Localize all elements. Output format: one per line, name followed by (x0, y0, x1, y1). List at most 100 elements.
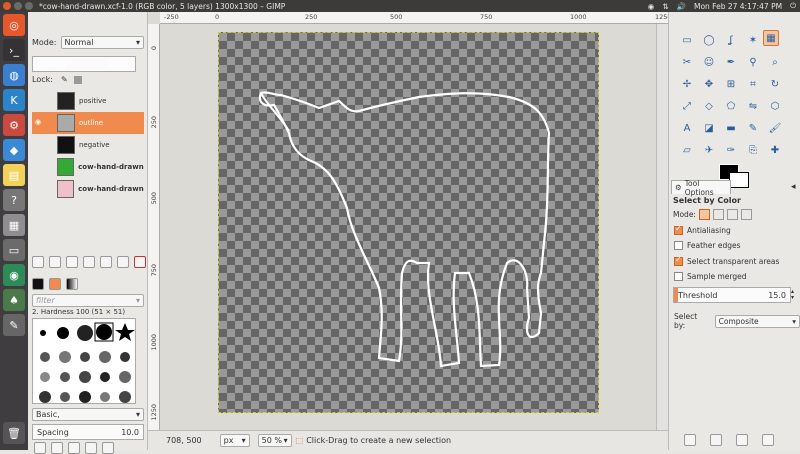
select-by-dropdown[interactable]: Composite ▾ (714, 314, 800, 328)
notes-icon[interactable]: ▤ (3, 164, 25, 186)
files-icon[interactable]: ▭ (3, 239, 25, 261)
feather-option[interactable]: Feather edges (674, 241, 741, 250)
blend-icon[interactable]: ▬ (723, 120, 739, 136)
layer-row[interactable]: cow-hand-drawn. (32, 156, 144, 178)
scale-icon[interactable]: ⤢ (679, 98, 695, 114)
crop-icon[interactable]: ⌗ (745, 76, 761, 92)
raise-layer-button[interactable] (66, 256, 78, 268)
mode-replace-button[interactable] (698, 209, 710, 220)
panel-menu-icon[interactable]: ◂ (791, 182, 796, 192)
mode-select[interactable]: Normal ▾ (60, 36, 144, 49)
mode-intersect-button[interactable] (740, 209, 752, 220)
duplicate-brush-button[interactable] (68, 442, 80, 454)
brushes-tab[interactable] (32, 278, 44, 290)
edit-brush-button[interactable] (34, 442, 46, 454)
measure-icon[interactable]: ✢ (679, 76, 695, 92)
mode-subtract-button[interactable] (726, 209, 738, 220)
brush-filter-input[interactable]: filter ▾ (32, 294, 144, 307)
layer-row[interactable]: positive (32, 90, 144, 112)
new-brush-button[interactable] (51, 442, 63, 454)
airbrush-icon[interactable]: ✈ (701, 142, 717, 158)
opacity-slider[interactable]: Opacity 100.0 (32, 56, 136, 72)
zoom-icon[interactable]: ⌕ (767, 54, 783, 70)
duplicate-layer-button[interactable] (100, 256, 112, 268)
mode-add-button[interactable] (712, 209, 724, 220)
network-icon[interactable]: ⇅ (662, 2, 668, 11)
select-transparent-checkbox[interactable] (674, 255, 683, 266)
move-icon[interactable]: ✥ (701, 76, 717, 92)
rect-select-icon[interactable]: ▭ (679, 32, 695, 48)
maximize-window-button[interactable] (25, 2, 33, 10)
bucket-fill-icon[interactable]: ◪ (701, 120, 717, 136)
delete-options-button[interactable] (736, 434, 748, 446)
background-color-swatch[interactable] (729, 172, 749, 188)
clone-icon[interactable]: ⎘ (745, 142, 761, 158)
settings-icon[interactable]: ⚙ (3, 114, 25, 136)
close-window-button[interactable] (3, 2, 11, 10)
delete-layer-button[interactable] (134, 256, 146, 268)
discord-icon[interactable]: ◉ (3, 264, 25, 286)
visibility-icon[interactable] (35, 140, 45, 150)
layer-row[interactable]: cow-hand-drawn. (32, 178, 144, 200)
perspective-icon[interactable]: ⬠ (723, 98, 739, 114)
align-icon[interactable]: ⊞ (723, 76, 739, 92)
image-canvas[interactable] (218, 32, 599, 413)
unit-select[interactable]: px ▾ (219, 434, 250, 447)
minimize-window-button[interactable] (14, 2, 22, 10)
paintbrush-icon[interactable]: 🖌 (767, 120, 783, 136)
lower-layer-button[interactable] (83, 256, 95, 268)
help-icon[interactable]: ? (3, 189, 25, 211)
cage-icon[interactable]: ⬡ (767, 98, 783, 114)
firefox-icon[interactable]: ◍ (3, 64, 25, 86)
fuzzy-select-icon[interactable]: ✶ (745, 32, 761, 48)
trash-icon[interactable]: 🗑 (3, 422, 25, 444)
layer-row-selected[interactable]: ◉ outline (32, 112, 144, 134)
libreoffice-icon[interactable]: ▦ (3, 214, 25, 236)
visibility-icon[interactable] (35, 96, 45, 106)
power-icon[interactable]: ⏻ (790, 1, 796, 11)
brush-preset-select[interactable]: Basic, ▾ (32, 408, 144, 421)
anchor-layer-button[interactable] (117, 256, 129, 268)
free-select-icon[interactable]: ʆ (723, 32, 739, 48)
ruler-horizontal[interactable]: -250 0 250 500 750 1000 1250 (160, 12, 672, 24)
layer-row[interactable]: negative (32, 134, 144, 156)
ink-icon[interactable]: ✑ (723, 142, 739, 158)
heal-icon[interactable]: ✚ (767, 142, 783, 158)
ruler-vertical[interactable]: 0 250 500 750 1000 1250 (148, 24, 160, 436)
patterns-tab[interactable] (49, 278, 61, 290)
new-layer-button[interactable] (32, 256, 44, 268)
rotate-icon[interactable]: ↻ (767, 76, 783, 92)
color-picker-icon[interactable]: ⚲ (745, 54, 761, 70)
lock-pixels-icon[interactable]: ✎ (61, 75, 68, 84)
refresh-brushes-button[interactable] (102, 442, 114, 454)
reset-options-button[interactable] (762, 434, 774, 446)
ubuntu-dash-icon[interactable]: ◎ (3, 14, 25, 36)
feather-checkbox[interactable] (674, 241, 683, 250)
scissors-icon[interactable]: ✂ (679, 54, 695, 70)
new-group-button[interactable] (49, 256, 61, 268)
ellipse-select-icon[interactable]: ◯ (701, 32, 717, 48)
terminal-icon[interactable]: ›_ (3, 39, 25, 61)
tab-tool-options[interactable]: ⚙ Tool Options (671, 179, 731, 197)
select-transparent-option[interactable]: Select transparent areas (674, 255, 779, 266)
delete-brush-button[interactable] (85, 442, 97, 454)
discord-tray-icon[interactable]: ◉ (648, 2, 655, 11)
visibility-icon[interactable] (35, 162, 45, 172)
eye-icon[interactable]: ◉ (35, 118, 45, 128)
lock-alpha-icon[interactable] (73, 75, 82, 84)
text-icon[interactable]: A (679, 120, 695, 136)
threshold-spinner[interactable]: ▴ ▾ (791, 289, 794, 301)
sample-merged-checkbox[interactable] (674, 272, 683, 281)
gimp-icon[interactable]: ✎ (3, 314, 25, 336)
shear-icon[interactable]: ◇ (701, 98, 717, 114)
zoom-select[interactable]: 50 % ▾ (257, 434, 292, 447)
antialiasing-checkbox[interactable] (674, 224, 683, 235)
volume-icon[interactable]: 🔊 (677, 2, 686, 11)
eraser-icon[interactable]: ▱ (679, 142, 695, 158)
pencil-icon[interactable]: ✎ (745, 120, 761, 136)
antialiasing-option[interactable]: Antialiasing (674, 224, 731, 235)
virtualbox-icon[interactable]: ◆ (3, 139, 25, 161)
save-options-button[interactable] (684, 434, 696, 446)
threshold-slider[interactable]: Threshold 15.0 (673, 287, 791, 303)
gradients-tab[interactable] (66, 278, 78, 290)
